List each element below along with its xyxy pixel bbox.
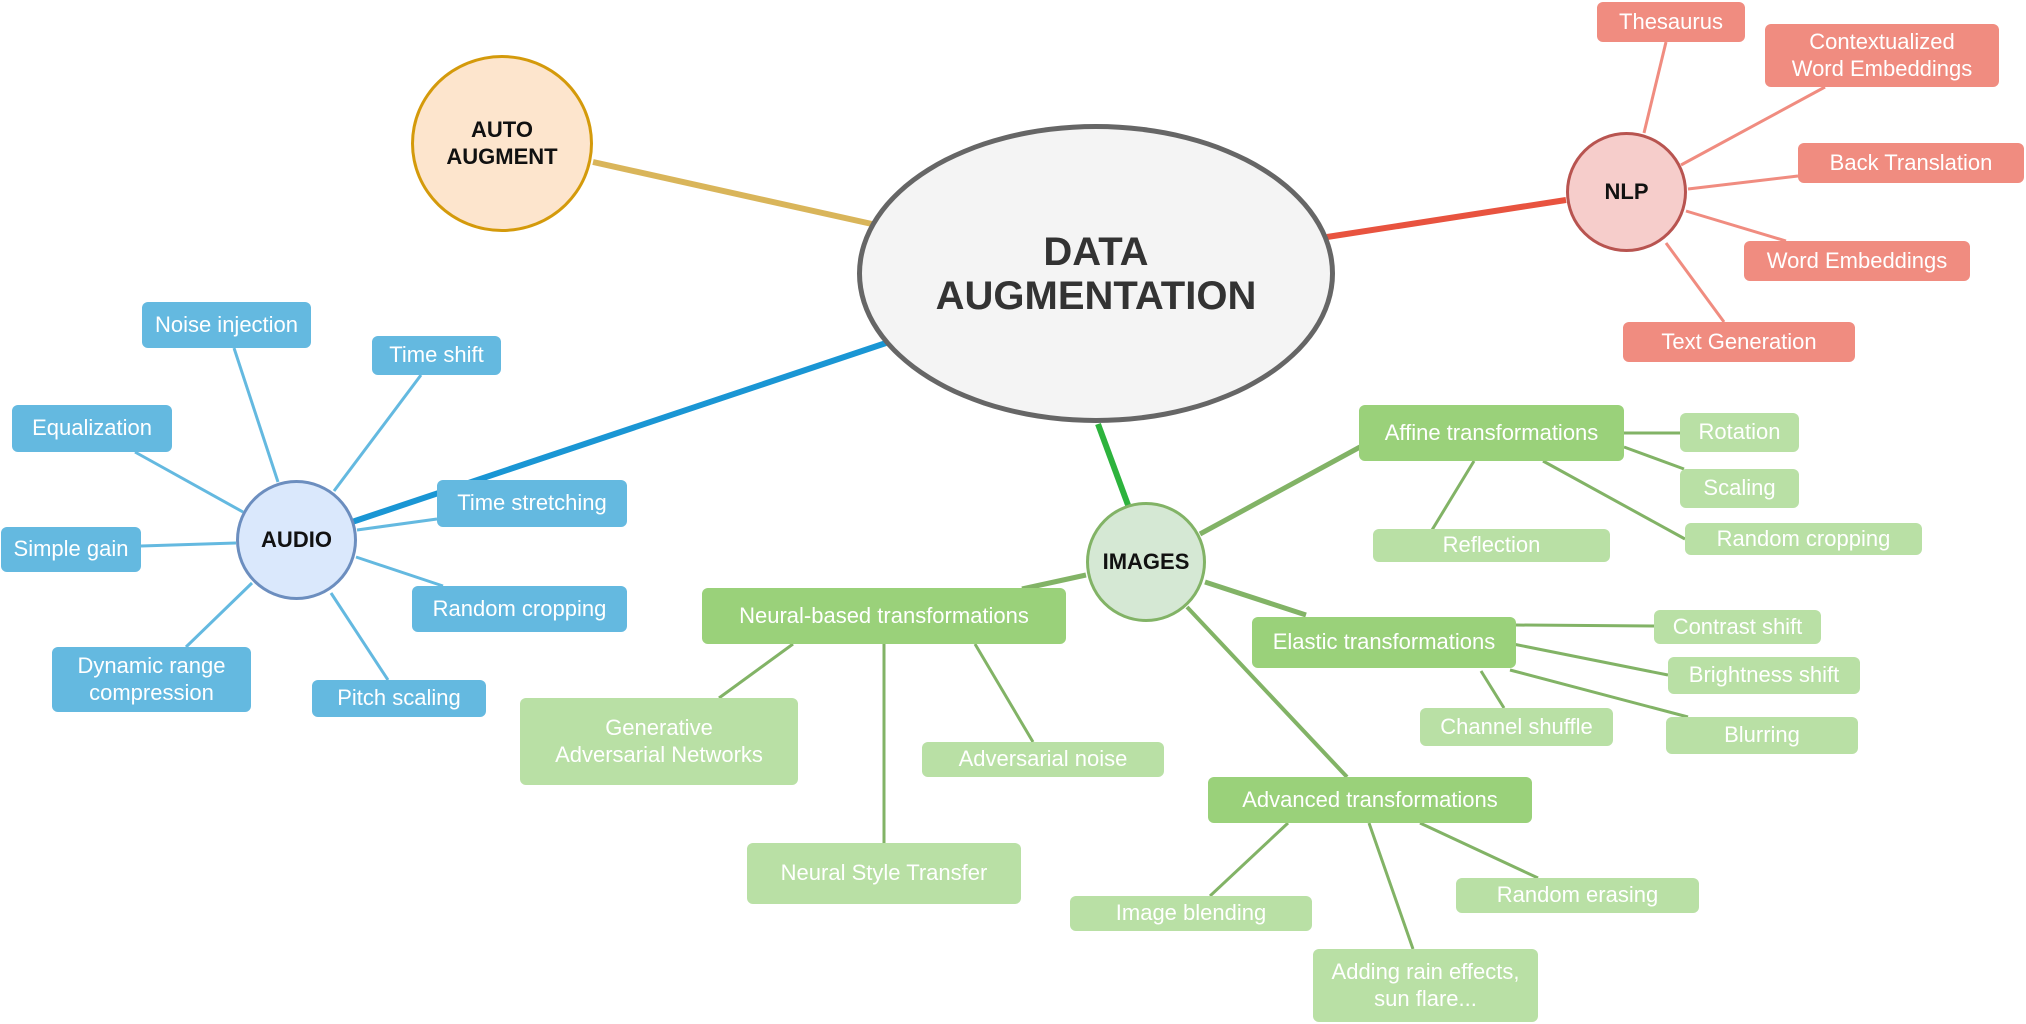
- images-leaf-brightness-shift[interactable]: Brightness shift: [1668, 657, 1860, 694]
- edge-audio-random-cropping: [355, 555, 444, 588]
- branch-images[interactable]: IMAGES: [1086, 502, 1206, 622]
- edge-affine-reflection: [1430, 460, 1476, 531]
- audio-leaf-equalization[interactable]: Equalization: [12, 405, 172, 452]
- nlp-leaf-word-embeddings[interactable]: Word Embeddings: [1744, 241, 1970, 281]
- edge-audio-time-shift: [332, 374, 423, 492]
- edge-audio-simple-gain: [140, 541, 237, 548]
- edge-audio-noise-injection: [232, 347, 280, 483]
- edge-nlp-thesaurus: [1642, 41, 1668, 134]
- images-group-elastic-transformations[interactable]: Elastic transformations: [1252, 617, 1516, 668]
- audio-leaf-dynamic-range-compression[interactable]: Dynamic range compression: [52, 647, 251, 712]
- edge-audio-dynamic-range: [184, 581, 254, 649]
- images-leaf-scaling[interactable]: Scaling: [1680, 469, 1799, 508]
- audio-leaf-time-stretching[interactable]: Time stretching: [437, 480, 627, 527]
- images-leaf-image-blending[interactable]: Image blending: [1070, 896, 1312, 931]
- nlp-leaf-thesaurus[interactable]: Thesaurus: [1597, 2, 1745, 42]
- audio-leaf-pitch-scaling[interactable]: Pitch scaling: [312, 680, 486, 717]
- edge-images-affine: [1198, 444, 1362, 537]
- images-leaf-contrast-shift[interactable]: Contrast shift: [1654, 610, 1821, 644]
- audio-leaf-time-shift[interactable]: Time shift: [372, 336, 501, 375]
- branch-audio[interactable]: AUDIO: [236, 480, 357, 600]
- edge-advanced-image-blending: [1208, 821, 1290, 898]
- edge-audio-equalization: [134, 450, 244, 514]
- edge-audio-time-stretching: [356, 517, 438, 532]
- images-leaf-blurring[interactable]: Blurring: [1666, 717, 1858, 754]
- images-leaf-reflection[interactable]: Reflection: [1373, 529, 1610, 562]
- mind-map-canvas: DATA AUGMENTATION AUTO AUGMENT NLP AUDIO…: [0, 0, 2026, 1024]
- images-leaf-random-erasing[interactable]: Random erasing: [1456, 878, 1699, 913]
- edge-neural-gan: [718, 642, 794, 700]
- edge-nlp-back-translation: [1687, 174, 1799, 191]
- branch-auto-augment[interactable]: AUTO AUGMENT: [411, 55, 593, 232]
- images-group-neural-based-transformations[interactable]: Neural-based transformations: [702, 588, 1066, 644]
- audio-leaf-simple-gain[interactable]: Simple gain: [1, 527, 141, 572]
- central-topic-data-augmentation[interactable]: DATA AUGMENTATION: [857, 124, 1335, 423]
- images-leaf-adding-rain-effects[interactable]: Adding rain effects, sun flare...: [1313, 949, 1538, 1022]
- images-group-advanced-transformations[interactable]: Advanced transformations: [1208, 777, 1532, 823]
- images-leaf-random-cropping[interactable]: Random cropping: [1685, 523, 1922, 555]
- images-leaf-adversarial-noise[interactable]: Adversarial noise: [922, 742, 1164, 777]
- edge-neural-adversarial-noise: [973, 643, 1035, 743]
- images-group-affine-transformations[interactable]: Affine transformations: [1359, 405, 1624, 461]
- images-leaf-generative-adversarial-networks[interactable]: Generative Adversarial Networks: [520, 698, 798, 785]
- edge-advanced-random-erasing: [1419, 821, 1539, 880]
- edge-affine-random-cropping: [1542, 459, 1686, 541]
- edge-center-images: [1095, 422, 1131, 507]
- edge-elastic-channel-shuffle: [1479, 670, 1506, 709]
- nlp-leaf-back-translation[interactable]: Back Translation: [1798, 143, 2024, 183]
- edge-images-elastic: [1204, 579, 1307, 618]
- edge-images-neural: [1021, 572, 1087, 592]
- edge-affine-scaling: [1623, 445, 1685, 471]
- audio-leaf-random-cropping[interactable]: Random cropping: [412, 586, 627, 632]
- images-leaf-neural-style-transfer[interactable]: Neural Style Transfer: [747, 843, 1021, 904]
- audio-leaf-noise-injection[interactable]: Noise injection: [142, 302, 311, 348]
- edge-center-nlp: [1326, 197, 1567, 240]
- edge-center-auto: [592, 159, 873, 227]
- edge-nlp-word-embeddings: [1685, 209, 1787, 243]
- images-leaf-rotation[interactable]: Rotation: [1680, 413, 1799, 452]
- nlp-leaf-text-generation[interactable]: Text Generation: [1623, 322, 1855, 362]
- edge-elastic-brightness-shift: [1512, 642, 1669, 677]
- edge-audio-pitch-scaling: [329, 592, 390, 681]
- edge-advanced-rain: [1367, 822, 1415, 950]
- edge-nlp-text-generation: [1664, 242, 1726, 323]
- branch-nlp[interactable]: NLP: [1566, 132, 1687, 252]
- images-leaf-channel-shuffle[interactable]: Channel shuffle: [1420, 708, 1613, 746]
- edge-elastic-contrast-shift: [1515, 623, 1655, 628]
- nlp-leaf-contextualized-word-embeddings[interactable]: Contextualized Word Embeddings: [1765, 24, 1999, 87]
